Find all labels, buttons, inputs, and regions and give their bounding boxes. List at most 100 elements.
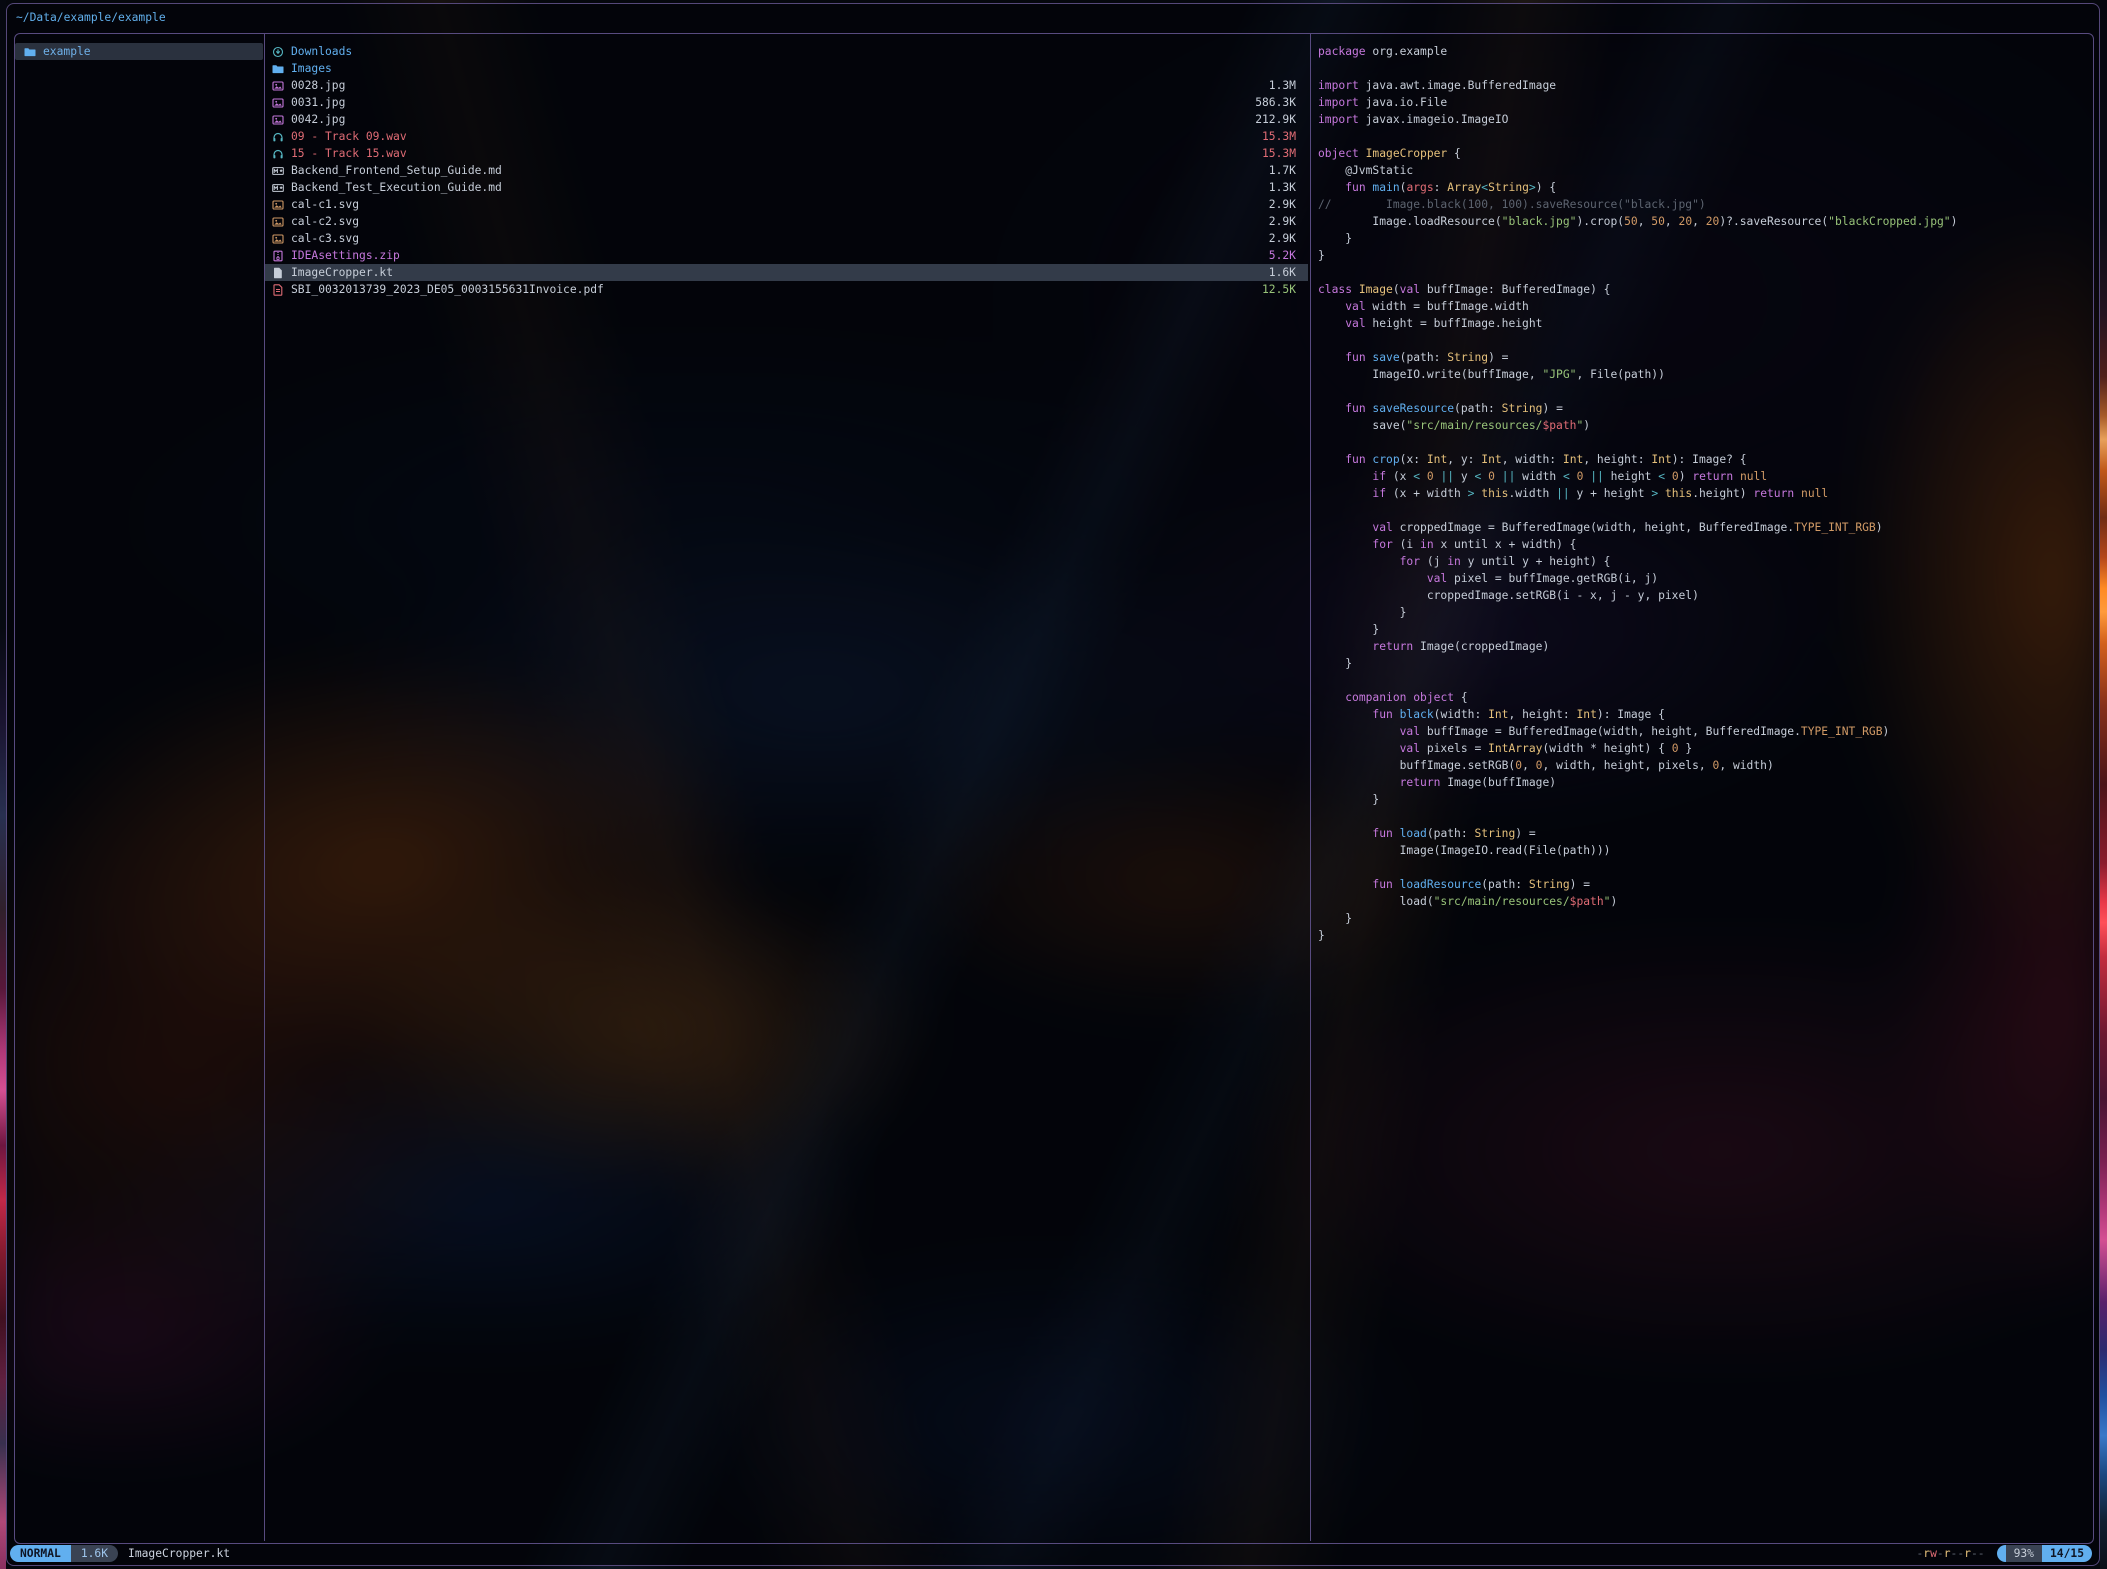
file-name: Downloads [291,43,352,60]
file-icon [272,267,287,279]
code-line: } [1318,621,2090,638]
file-size: 12.5K [1262,281,1296,298]
code-line: ImageIO.write(buffImage, "JPG", File(pat… [1318,366,2090,383]
file-row[interactable]: SBI_0032013739_2023_DE05_0003155631Invoi… [265,281,1308,298]
file-name: Backend_Test_Execution_Guide.md [291,179,502,196]
file-row[interactable]: 09 - Track 09.wav 15.3M [265,128,1308,145]
code-line [1318,264,2090,281]
terminal-screen: ~/Data/example/example example Downloads… [0,0,2107,1569]
code-line [1318,434,2090,451]
code-line: if (x < 0 || y < 0 || width < 0 || heigh… [1318,468,2090,485]
folder-download-icon [272,46,287,58]
code-line [1318,383,2090,400]
file-row[interactable]: IDEAsettings.zip 5.2K [265,247,1308,264]
wallpaper-right-edge [2100,0,2107,1569]
status-file-name: ImageCropper.kt [128,1545,230,1562]
file-name: IDEAsettings.zip [291,247,400,264]
code-line: if (x + width > this.width || y + height… [1318,485,2090,502]
code-line: object ImageCropper { [1318,145,2090,162]
pdf-icon [272,284,287,296]
status-bar: NORMAL 1.6K ImageCropper.kt -rw-r--r-- 9… [10,1545,2092,1562]
code-line: } [1318,230,2090,247]
file-name: Images [291,60,332,77]
code-line: save("src/main/resources/$path") [1318,417,2090,434]
file-row[interactable]: cal-c3.svg2.9K [265,230,1308,247]
code-line: fun loadResource(path: String) = [1318,876,2090,893]
file-size: 1.3K [1269,179,1296,196]
code-line: // Image.black(100, 100).saveResource("b… [1318,196,2090,213]
file-name: ImageCropper.kt [291,264,393,281]
code-line: class Image(val buffImage: BufferedImage… [1318,281,2090,298]
archive-icon [272,250,287,262]
scroll-percent-badge: 93% [2006,1545,2042,1562]
folder-icon [24,46,39,58]
file-size: 15.3M [1262,128,1296,145]
file-size: 2.9K [1269,196,1296,213]
code-line: import java.awt.image.BufferedImage [1318,77,2090,94]
code-line [1318,808,2090,825]
parent-pane: example [15,43,263,60]
code-line: buffImage.setRGB(0, 0, width, height, pi… [1318,757,2090,774]
code-line: import java.io.File [1318,94,2090,111]
file-name: 0031.jpg [291,94,345,111]
file-name: 0028.jpg [291,77,345,94]
file-name: Backend_Frontend_Setup_Guide.md [291,162,502,179]
file-name: cal-c1.svg [291,196,359,213]
code-line: val height = buffImage.height [1318,315,2090,332]
pill-left-cap [1997,1545,2006,1562]
code-line: import javax.imageio.ImageIO [1318,111,2090,128]
file-size: 1.7K [1269,162,1296,179]
current-path: ~/Data/example/example [16,9,166,26]
code-line: } [1318,910,2090,927]
file-size: 212.9K [1255,111,1296,128]
code-line: Image(ImageIO.read(File(path))) [1318,842,2090,859]
file-size-badge: 1.6K [71,1545,118,1562]
code-line: val width = buffImage.width [1318,298,2090,315]
code-line: val pixels = IntArray(width * height) { … [1318,740,2090,757]
image-icon [272,216,287,228]
mode-badge: NORMAL [10,1545,71,1562]
file-row[interactable]: Downloads [265,43,1308,60]
file-row[interactable]: cal-c1.svg 2.9K [265,196,1308,213]
file-row[interactable]: 15 - Track 15.wav15.3M [265,145,1308,162]
status-right-cluster: -rw-r--r-- 93% 14/15 [1916,1545,2092,1562]
file-row[interactable]: 0028.jpg 1.3M [265,77,1308,94]
code-line: return Image(croppedImage) [1318,638,2090,655]
file-row[interactable]: 0042.jpg 212.9K [265,111,1308,128]
file-row[interactable]: 0031.jpg 586.3K [265,94,1308,111]
code-line: } [1318,655,2090,672]
code-line: return Image(buffImage) [1318,774,2090,791]
code-line: croppedImage.setRGB(i - x, j - y, pixel) [1318,587,2090,604]
file-row[interactable]: Backend_Frontend_Setup_Guide.md 1.7K [265,162,1308,179]
file-row[interactable]: cal-c2.svg2.9K [265,213,1308,230]
file-row[interactable]: ImageCropper.kt 1.6K [265,264,1308,281]
file-size: 1.3M [1269,77,1296,94]
code-line [1318,502,2090,519]
file-size: 586.3K [1255,94,1296,111]
parent-dir-item[interactable]: example [15,43,263,60]
code-line: fun crop(x: Int, y: Int, width: Int, hei… [1318,451,2090,468]
code-line: fun save(path: String) = [1318,349,2090,366]
code-line: fun main(args: Array<String>) { [1318,179,2090,196]
code-line: val buffImage = BufferedImage(width, hei… [1318,723,2090,740]
file-name: cal-c2.svg [291,213,359,230]
file-size: 15.3M [1262,145,1296,162]
code-line [1318,60,2090,77]
code-line: } [1318,247,2090,264]
file-name: 09 - Track 09.wav [291,128,407,145]
file-size: 5.2K [1269,247,1296,264]
code-line: fun black(width: Int, height: Int): Imag… [1318,706,2090,723]
code-line [1318,332,2090,349]
code-line: } [1318,791,2090,808]
file-size: 1.6K [1269,264,1296,281]
parent-dir-name: example [43,43,91,60]
file-name: 0042.jpg [291,111,345,128]
markdown-icon [272,182,287,194]
image-icon [272,233,287,245]
file-name: SBI_0032013739_2023_DE05_0003155631Invoi… [291,281,604,298]
file-row[interactable]: Backend_Test_Execution_Guide.md 1.3K [265,179,1308,196]
audio-icon [272,131,287,143]
file-row[interactable]: Images [265,60,1308,77]
code-line: package org.example [1318,43,2090,60]
folder-icon [272,63,287,75]
